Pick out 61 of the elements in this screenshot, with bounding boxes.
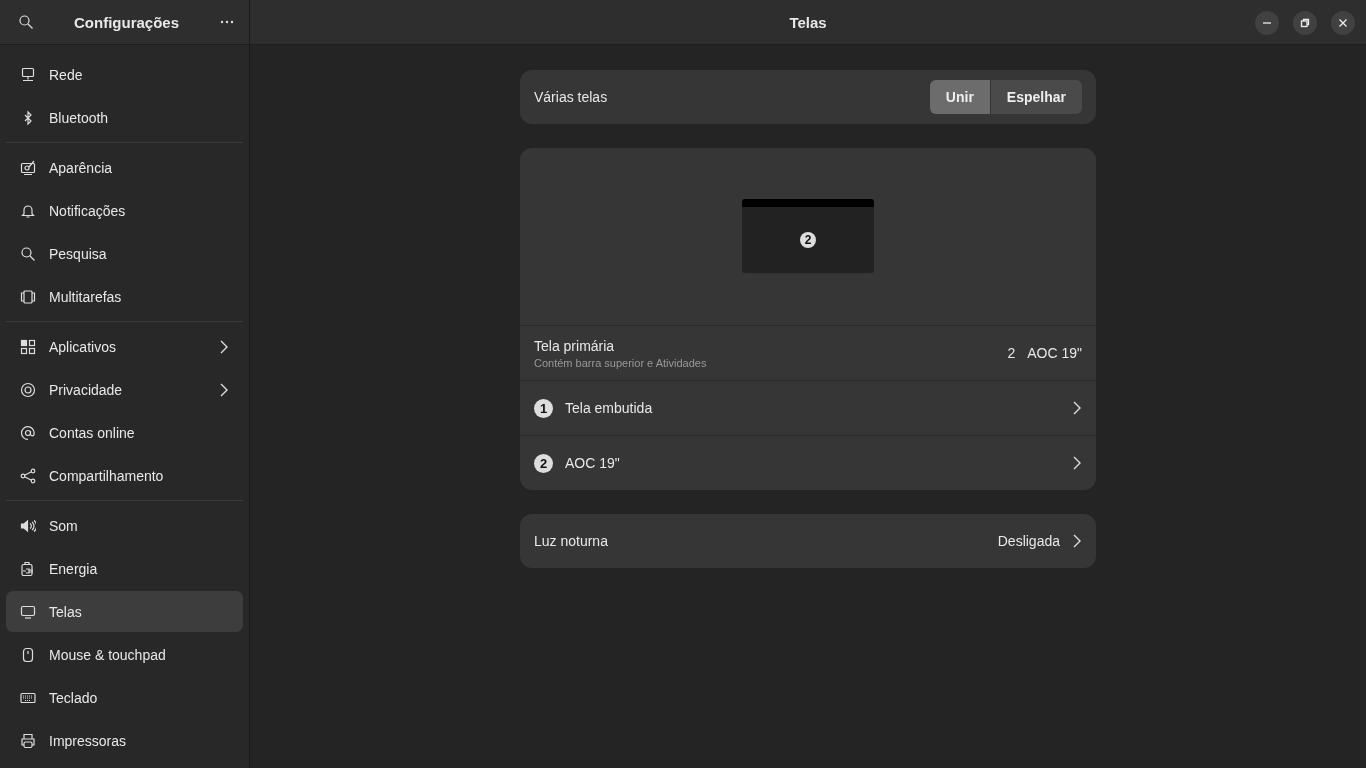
battery-plug-icon [20, 560, 36, 577]
bell-icon [20, 202, 36, 219]
sidebar-item[interactable]: Privacidade [6, 369, 243, 410]
sidebar-item[interactable]: Som [6, 505, 243, 546]
display-number: 1 [534, 398, 553, 418]
display-number-text: 2 [1007, 345, 1016, 361]
sidebar-item[interactable]: Mouse & touchpad [6, 634, 243, 675]
sidebar-item[interactable]: Bluetooth [6, 97, 243, 138]
search-icon [18, 14, 34, 30]
close-button[interactable] [1331, 11, 1355, 35]
share-icon [20, 467, 36, 484]
night-light-row[interactable]: Luz noturna Desligada [520, 514, 1096, 568]
chevron-right-icon [1072, 534, 1082, 548]
search-icon [20, 245, 36, 262]
setting-label: Luz noturna [534, 533, 609, 549]
sidebar-item[interactable]: Contas online [6, 412, 243, 453]
printer-icon [20, 732, 36, 749]
appearance-icon [20, 159, 36, 176]
sidebar-item[interactable]: Pesquisa [6, 233, 243, 274]
setting-value: Desligada [997, 533, 1060, 549]
sidebar-item[interactable]: Impressoras [6, 720, 243, 761]
monitor-icon [20, 603, 36, 620]
chevron-right-icon [1072, 401, 1082, 415]
multitasking-icon [20, 288, 36, 305]
window-title: Telas [789, 13, 827, 31]
display-number: 2 [800, 232, 816, 248]
mode-toggle[interactable]: Unir [929, 80, 990, 114]
monitor-preview[interactable]: 2 [742, 199, 874, 273]
sidebar-item[interactable]: Compartilhamento [6, 455, 243, 496]
chevron-right-icon [219, 339, 229, 354]
mode-toggle[interactable]: Espelhar [989, 80, 1082, 114]
chevron-right-icon [1072, 456, 1082, 470]
display-dropdown[interactable]: AOC 19" [1027, 345, 1082, 361]
restore-icon [1300, 18, 1310, 28]
close-icon [1338, 18, 1348, 28]
display-number: 2 [534, 453, 553, 473]
sidebar-item[interactable]: Aplicativos [6, 326, 243, 367]
display-name: Tela embutida [565, 400, 654, 416]
sidebar-title: Configurações [74, 13, 179, 31]
sidebar-item[interactable]: Rede [6, 54, 243, 95]
mouse-icon [20, 646, 36, 663]
setting-label: Tela primária [534, 337, 616, 354]
restore-button[interactable] [1293, 11, 1317, 35]
sidebar-item[interactable]: Energia [6, 548, 243, 589]
display-name: AOC 19" [565, 455, 621, 471]
at-sign-icon [20, 424, 36, 441]
apps-icon [20, 338, 36, 355]
display-row[interactable]: 1 Tela embutida [520, 380, 1096, 435]
network-icon [20, 66, 36, 83]
sidebar-item[interactable]: Notificações [6, 190, 243, 231]
minimize-button[interactable] [1255, 11, 1279, 35]
sidebar-item[interactable]: Aparência [6, 147, 243, 188]
setting-label: Várias telas [534, 89, 609, 105]
sidebar-item[interactable]: Teclado [6, 677, 243, 718]
display-row[interactable]: 2 AOC 19" [520, 435, 1096, 490]
setting-description: Contém barra superior e Atividades [534, 356, 708, 369]
privacy-icon [20, 381, 36, 398]
speaker-icon [20, 517, 36, 534]
chevron-right-icon [219, 382, 229, 397]
sidebar-item[interactable]: Telas [6, 591, 243, 632]
sidebar-item[interactable]: Multitarefas [6, 276, 243, 317]
